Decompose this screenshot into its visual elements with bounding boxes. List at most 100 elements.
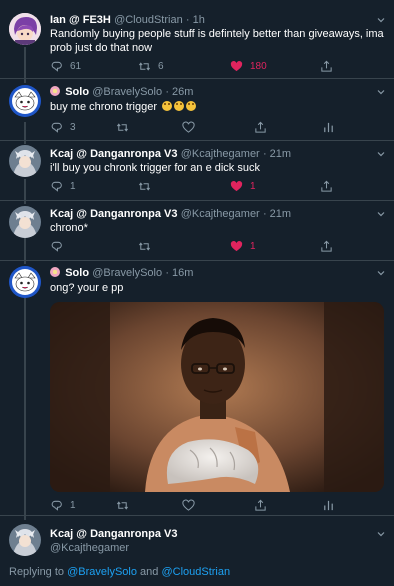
avatar[interactable]	[9, 145, 41, 177]
retweet-icon	[138, 61, 151, 71]
author-name[interactable]: Solo	[65, 86, 89, 98]
chevron-down-icon[interactable]	[376, 268, 386, 278]
share-icon	[255, 121, 266, 133]
tweet[interactable]: Kcaj @ Danganronpa V3 @Kcajthegamer · 21…	[0, 201, 394, 260]
analytics-icon	[324, 500, 333, 510]
author-handle[interactable]: @Kcajthegamer	[181, 148, 260, 160]
author-handle[interactable]: @Kcajthegamer	[181, 208, 260, 220]
heart-icon	[230, 180, 243, 191]
like-button[interactable]	[182, 120, 195, 134]
timestamp[interactable]: · 16m	[165, 267, 193, 279]
chevron-down-icon[interactable]	[376, 15, 386, 25]
tweet-media-photo[interactable]	[50, 302, 384, 492]
timestamp[interactable]: · 21m	[263, 208, 291, 220]
like-count: 1	[250, 240, 256, 252]
reply-button[interactable]: 3	[50, 120, 76, 134]
like-button[interactable]: 1	[230, 239, 256, 253]
share-button[interactable]	[254, 120, 267, 134]
heart-icon	[182, 499, 195, 511]
share-button[interactable]	[320, 239, 333, 253]
smiling-cat-emoji	[162, 101, 173, 111]
like-button[interactable]	[182, 498, 195, 512]
author-name[interactable]: Ian @ FE3H	[50, 14, 111, 26]
reply-icon	[51, 241, 62, 252]
analytics-button[interactable]	[322, 498, 335, 512]
share-button[interactable]	[320, 179, 333, 193]
like-button[interactable]: 180	[230, 59, 267, 73]
author-name[interactable]: Kcaj @ Danganronpa V3	[50, 528, 177, 540]
tweet-text: i'll buy you chronk trigger for an e dic…	[50, 162, 260, 174]
mention-link[interactable]: @CloudStrian	[161, 566, 230, 578]
retweet-button[interactable]	[138, 179, 151, 193]
avatar[interactable]	[9, 13, 41, 45]
smiling-cat-emoji	[174, 101, 185, 111]
avatar[interactable]	[9, 266, 41, 298]
chevron-down-icon[interactable]	[376, 149, 386, 159]
share-button[interactable]	[254, 498, 267, 512]
tweet-actions: 1	[50, 498, 350, 512]
like-count: 1	[250, 180, 256, 192]
tweet-text: ong? your e pp	[50, 282, 124, 294]
reply-button[interactable]: 61	[50, 59, 81, 73]
heart-icon	[182, 121, 195, 133]
tweet[interactable]: Solo @BravelySolo · 26m buy me chrono tr…	[0, 79, 394, 140]
retweet-count: 6	[158, 60, 164, 72]
mention-link[interactable]: @BravelySolo	[67, 566, 137, 578]
timestamp[interactable]: · 21m	[263, 148, 291, 160]
like-button[interactable]: 1	[230, 179, 256, 193]
reply-icon	[51, 181, 62, 192]
tweet-actions: 61 6 180	[50, 59, 350, 73]
chevron-down-icon[interactable]	[376, 209, 386, 219]
tweet-actions: 3	[50, 120, 350, 134]
like-count: 180	[250, 60, 267, 72]
photo-image	[50, 302, 384, 492]
conjunction: and	[140, 566, 159, 578]
timestamp[interactable]: · 26m	[165, 86, 193, 98]
reply-button[interactable]: 1	[50, 498, 76, 512]
share-icon	[321, 60, 332, 72]
share-button[interactable]	[320, 59, 333, 73]
tweet[interactable]: Ian @ FE3H @CloudStrian · 1h Randomly bu…	[0, 0, 394, 78]
tweet-header: Solo @BravelySolo · 16m	[50, 266, 386, 280]
timestamp[interactable]: · 1h	[186, 14, 205, 26]
heart-icon	[230, 240, 243, 251]
reply-count: 1	[70, 180, 76, 192]
retweet-button[interactable]	[116, 498, 129, 512]
replying-prefix: Replying to	[9, 566, 65, 578]
reply-icon	[51, 500, 62, 511]
tweet-header: Ian @ FE3H @CloudStrian · 1h	[50, 13, 386, 27]
author-handle[interactable]: @BravelySolo	[92, 267, 162, 279]
chevron-down-icon[interactable]	[376, 529, 386, 539]
tweet[interactable]: Kcaj @ Danganronpa V3 @Kcajthegamer · 21…	[0, 141, 394, 200]
reply-button[interactable]	[50, 239, 63, 253]
avatar[interactable]	[9, 524, 41, 556]
author-handle[interactable]: @Kcajthegamer	[50, 542, 129, 554]
composer-header: Kcaj @ Danganronpa V3	[50, 527, 386, 541]
retweet-icon	[138, 241, 151, 251]
smiling-cat-emoji	[186, 101, 197, 111]
author-name[interactable]: Kcaj @ Danganronpa V3	[50, 208, 177, 220]
share-icon	[255, 499, 266, 511]
reply-count: 61	[70, 60, 82, 72]
avatar[interactable]	[9, 206, 41, 238]
avatar[interactable]	[9, 85, 41, 117]
author-handle[interactable]: @CloudStrian	[114, 14, 183, 26]
retweet-button[interactable]	[138, 239, 151, 253]
tweet-text: chrono*	[50, 222, 88, 234]
author-name[interactable]: Solo	[65, 267, 89, 279]
tweet-actions: 1	[50, 239, 350, 253]
tweet-header: Kcaj @ Danganronpa V3 @Kcajthegamer · 21…	[50, 207, 386, 221]
chevron-down-icon[interactable]	[376, 87, 386, 97]
analytics-button[interactable]	[322, 120, 335, 134]
tweet-text-content: buy me chrono trigger	[50, 101, 157, 113]
heart-icon	[230, 60, 243, 71]
retweet-button[interactable]	[116, 120, 129, 134]
analytics-icon	[324, 122, 333, 132]
composer-handle-row: @Kcajthegamer	[50, 541, 386, 555]
author-handle[interactable]: @BravelySolo	[92, 86, 162, 98]
reply-button[interactable]: 1	[50, 179, 76, 193]
share-icon	[321, 240, 332, 252]
retweet-icon	[138, 181, 151, 191]
retweet-button[interactable]: 6	[138, 59, 164, 73]
author-name[interactable]: Kcaj @ Danganronpa V3	[50, 148, 177, 160]
